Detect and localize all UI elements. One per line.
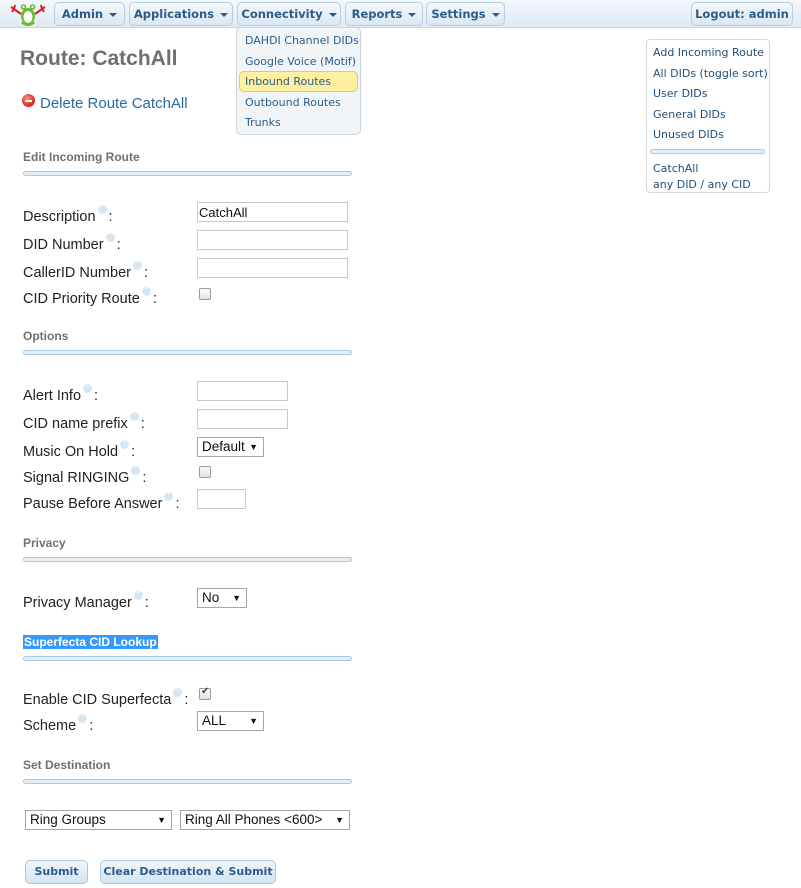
dropdown-arrow-icon: ▼ bbox=[232, 593, 241, 603]
section-divider bbox=[23, 350, 352, 355]
delete-icon bbox=[22, 94, 35, 107]
section-heading-destination: Set Destination bbox=[23, 758, 111, 772]
menu-item-outbound-routes[interactable]: Outbound Routes bbox=[239, 92, 358, 113]
dropdown-arrow-icon: ▼ bbox=[249, 716, 258, 726]
route-detail: any DID / any CID bbox=[653, 177, 751, 191]
section-heading-privacy: Privacy bbox=[23, 536, 66, 550]
callerid-number-input[interactable] bbox=[197, 258, 348, 278]
destination-target-select[interactable]: Ring All Phones <600> ▼ bbox=[180, 810, 350, 830]
section-divider bbox=[23, 557, 352, 562]
caret-down-icon bbox=[328, 12, 337, 17]
section-divider bbox=[23, 779, 352, 784]
caret-down-icon bbox=[220, 12, 229, 17]
sidebar-item-unused-dids[interactable]: Unused DIDs bbox=[653, 126, 769, 147]
sidebar-divider bbox=[650, 148, 765, 154]
destination-type-select[interactable]: Ring Groups ▼ bbox=[25, 810, 172, 830]
help-icon[interactable] bbox=[141, 284, 151, 296]
help-icon[interactable] bbox=[83, 381, 93, 393]
nav-menu-connectivity[interactable]: Connectivity bbox=[237, 2, 341, 26]
cid-name-prefix-input[interactable] bbox=[197, 409, 288, 429]
help-icon[interactable] bbox=[105, 230, 115, 242]
enable-cid-superfecta-label: Enable CID Superfecta: bbox=[23, 685, 188, 708]
pause-before-answer-input[interactable] bbox=[197, 489, 246, 509]
sidebar-item-general-dids[interactable]: General DIDs bbox=[653, 106, 769, 127]
submit-button[interactable]: Submit bbox=[25, 860, 88, 884]
top-nav-bar: Admin Applications Connectivity Reports … bbox=[0, 0, 801, 28]
nav-menu-settings[interactable]: Settings bbox=[426, 2, 505, 26]
help-icon[interactable] bbox=[173, 685, 183, 697]
help-icon[interactable] bbox=[78, 711, 88, 723]
dropdown-arrow-icon: ▼ bbox=[249, 442, 258, 452]
help-icon[interactable] bbox=[132, 258, 142, 270]
help-icon[interactable] bbox=[97, 202, 107, 214]
did-number-label: DID Number: bbox=[23, 230, 121, 253]
menu-item-inbound-routes[interactable]: Inbound Routes bbox=[239, 71, 358, 92]
sidebar-item-all-dids[interactable]: All DIDs (toggle sort) bbox=[653, 65, 769, 86]
pause-before-answer-label: Pause Before Answer: bbox=[23, 489, 179, 512]
help-icon[interactable] bbox=[164, 489, 174, 501]
help-icon[interactable] bbox=[129, 409, 139, 421]
route-name: CatchAll bbox=[653, 161, 699, 175]
description-label: Description: bbox=[23, 202, 113, 225]
sidebar-route-catchall[interactable]: CatchAll any DID / any CID bbox=[653, 161, 769, 193]
connectivity-dropdown-menu: DAHDI Channel DIDs Google Voice (Motif) … bbox=[236, 27, 361, 135]
help-icon[interactable] bbox=[120, 437, 130, 449]
signal-ringing-label: Signal RINGING: bbox=[23, 463, 146, 486]
sidebar-item-user-dids[interactable]: User DIDs bbox=[653, 85, 769, 106]
logout-button[interactable]: Logout: admin bbox=[691, 2, 793, 26]
signal-ringing-checkbox[interactable] bbox=[199, 466, 211, 478]
section-heading-options: Options bbox=[23, 329, 69, 343]
music-on-hold-label: Music On Hold: bbox=[23, 437, 135, 460]
menu-item-dahdi-channel-dids[interactable]: DAHDI Channel DIDs bbox=[239, 30, 359, 51]
nav-menu-applications[interactable]: Applications bbox=[129, 2, 233, 26]
menu-item-google-voice[interactable]: Google Voice (Motif) bbox=[239, 51, 358, 72]
section-divider bbox=[23, 171, 352, 176]
privacy-manager-select[interactable]: No ▼ bbox=[197, 588, 247, 608]
clear-destination-submit-button[interactable]: Clear Destination & Submit bbox=[100, 860, 276, 884]
section-heading-edit: Edit Incoming Route bbox=[23, 150, 140, 164]
delete-route-link[interactable]: Delete Route CatchAll bbox=[22, 94, 188, 112]
cid-priority-route-checkbox[interactable] bbox=[199, 288, 211, 300]
help-icon[interactable] bbox=[131, 463, 141, 475]
cid-name-prefix-label: CID name prefix: bbox=[23, 409, 145, 432]
alert-info-input[interactable] bbox=[197, 381, 288, 401]
caret-down-icon bbox=[109, 12, 118, 17]
nav-menu-admin[interactable]: Admin bbox=[54, 2, 125, 26]
caret-down-icon bbox=[491, 12, 500, 17]
enable-cid-superfecta-checkbox[interactable] bbox=[199, 686, 211, 700]
route-sidebar: Add Incoming Route All DIDs (toggle sort… bbox=[646, 39, 770, 193]
frog-logo-icon[interactable] bbox=[8, 2, 48, 26]
help-icon[interactable] bbox=[133, 588, 143, 600]
caret-down-icon bbox=[408, 12, 417, 17]
callerid-number-label: CallerID Number: bbox=[23, 258, 148, 281]
alert-info-label: Alert Info: bbox=[23, 381, 98, 404]
page-title: Route: CatchAll bbox=[20, 47, 178, 70]
dropdown-arrow-icon: ▼ bbox=[335, 815, 344, 825]
menu-item-trunks[interactable]: Trunks bbox=[239, 112, 358, 133]
privacy-manager-label: Privacy Manager: bbox=[23, 588, 149, 611]
scheme-select[interactable]: ALL ▼ bbox=[197, 711, 264, 731]
scheme-label: Scheme: bbox=[23, 711, 93, 734]
sidebar-item-add-incoming-route[interactable]: Add Incoming Route bbox=[653, 44, 769, 65]
music-on-hold-select[interactable]: Default ▼ bbox=[197, 437, 264, 457]
cid-priority-route-label: CID Priority Route: bbox=[23, 284, 157, 307]
section-divider bbox=[23, 656, 352, 661]
description-input[interactable] bbox=[197, 202, 348, 222]
nav-menu-reports[interactable]: Reports bbox=[345, 2, 423, 26]
dropdown-arrow-icon: ▼ bbox=[157, 815, 166, 825]
section-heading-superfecta: Superfecta CID Lookup bbox=[23, 635, 158, 649]
did-number-input[interactable] bbox=[197, 230, 348, 250]
